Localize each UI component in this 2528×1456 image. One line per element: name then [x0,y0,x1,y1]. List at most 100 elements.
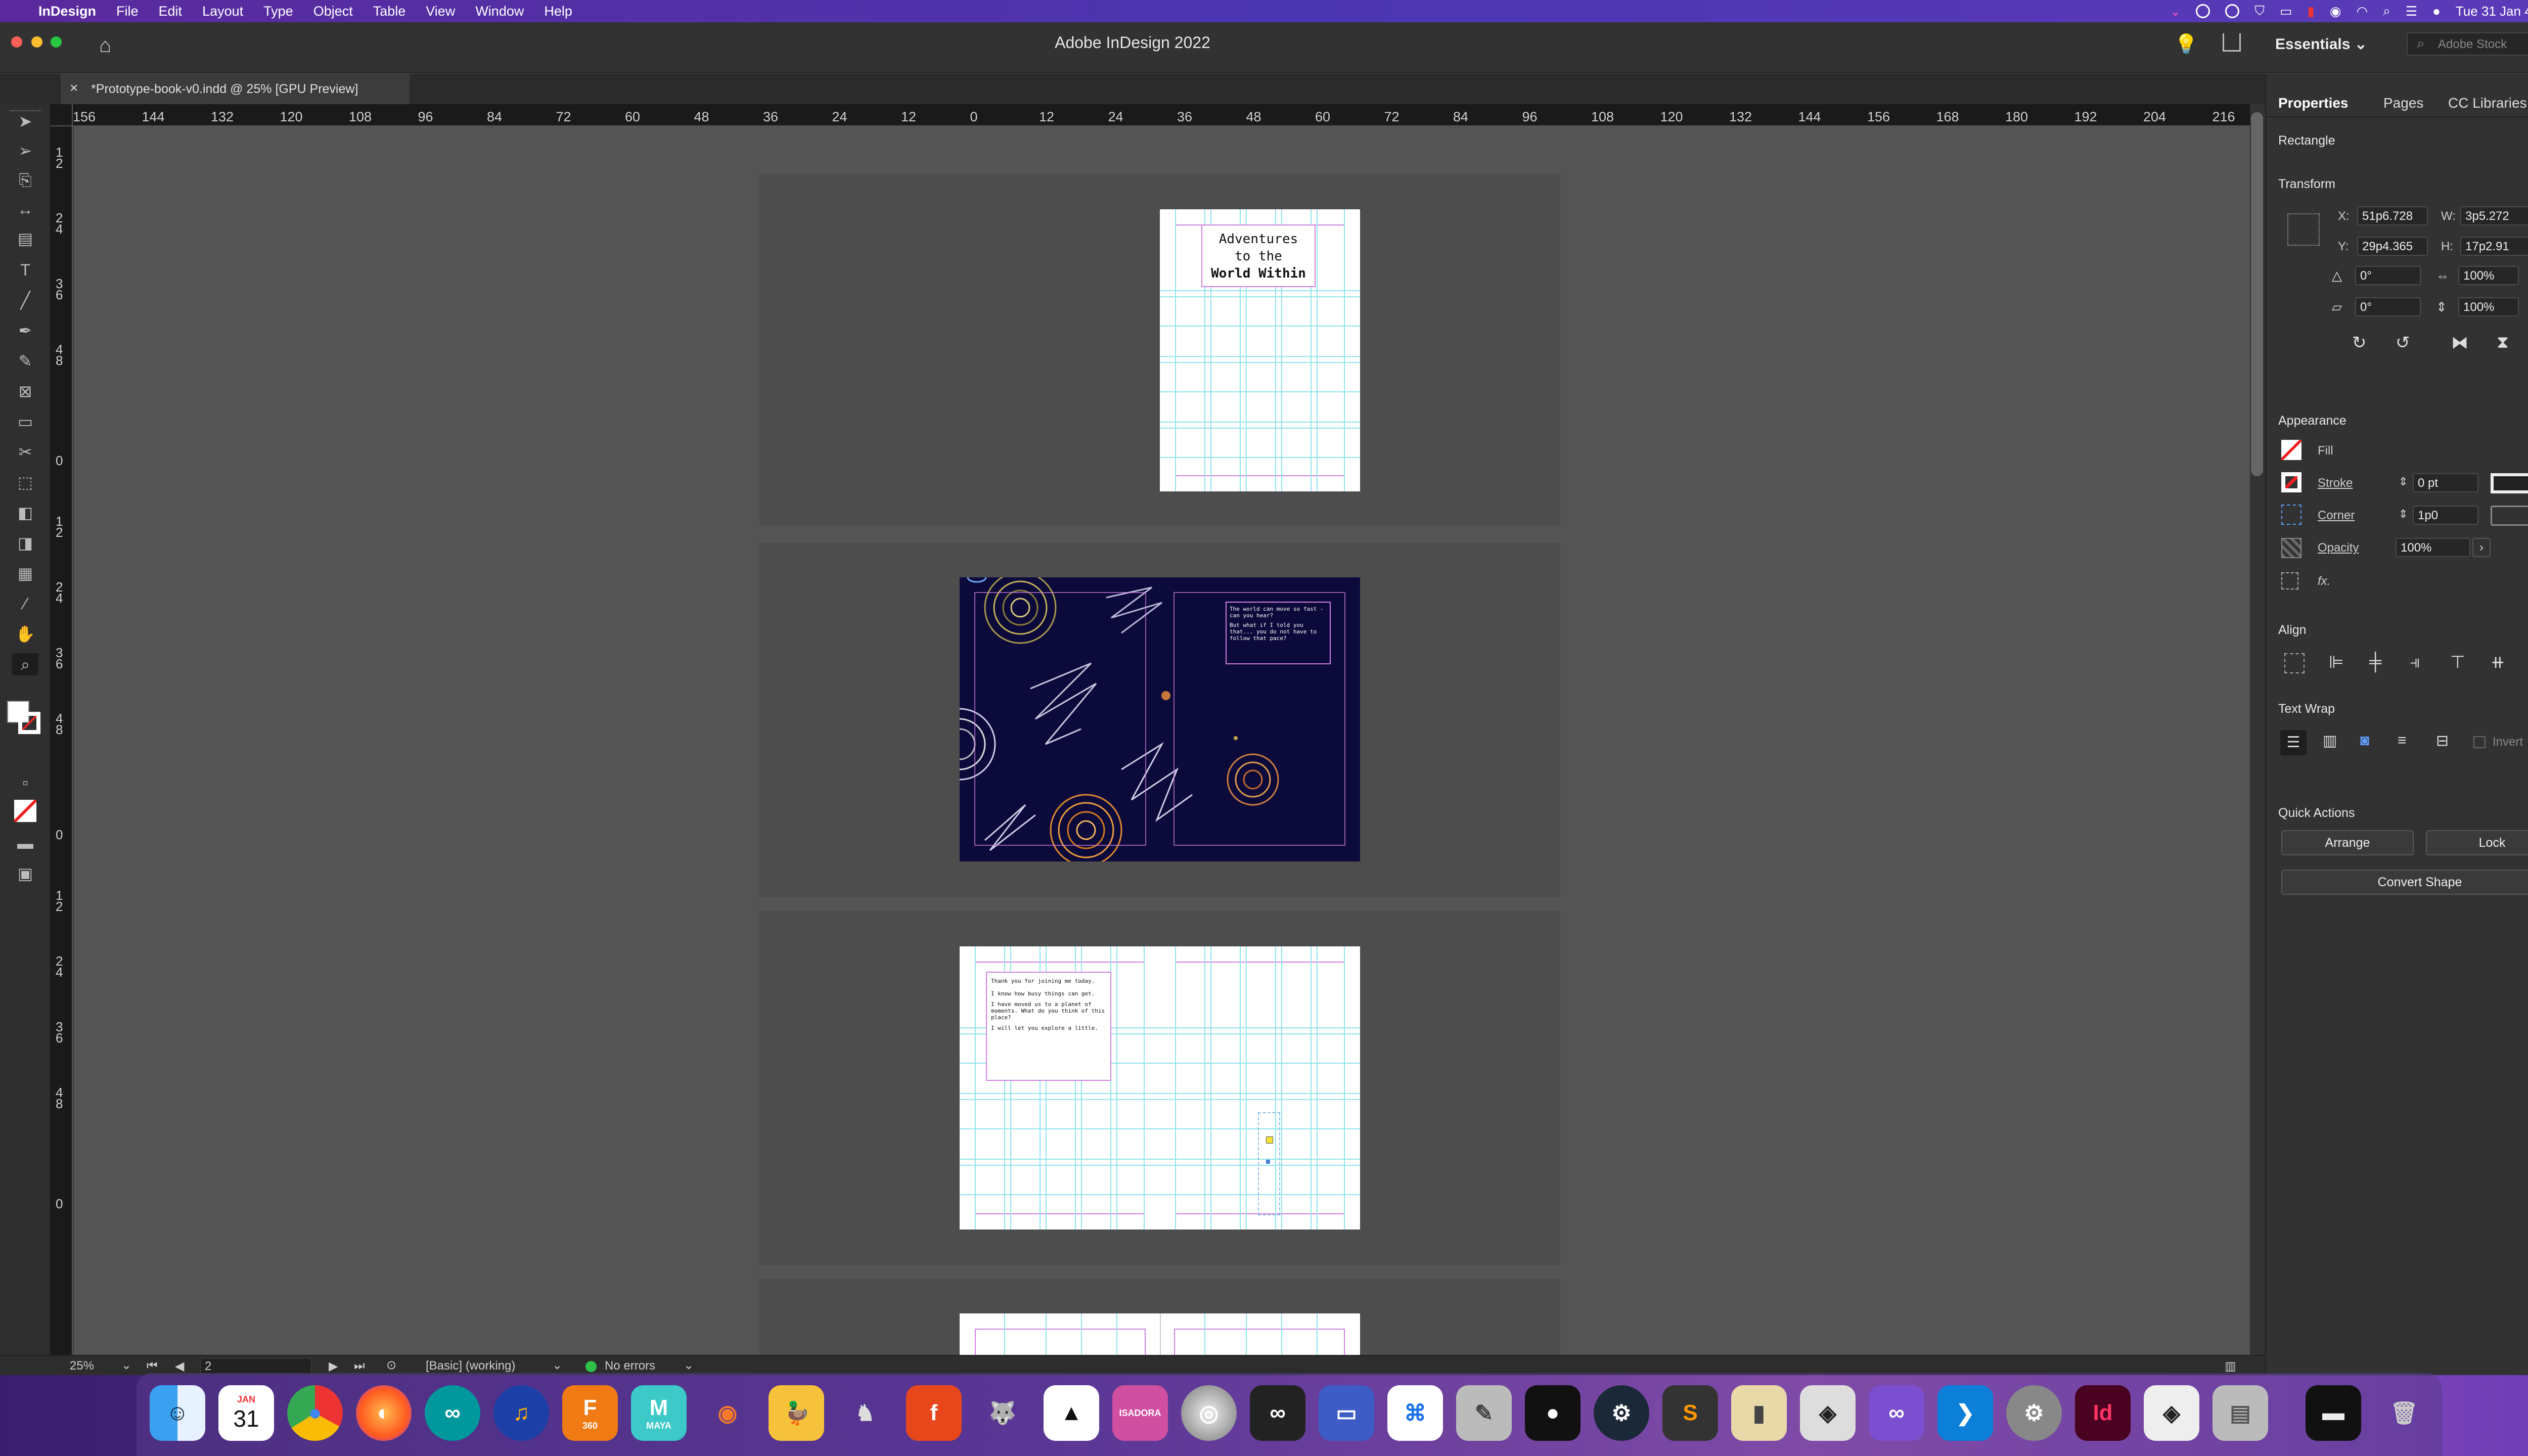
arduino-icon[interactable]: ∞ [425,1385,480,1441]
unity-icon[interactable]: ◈ [1800,1385,1856,1441]
eyedropper-tool-icon[interactable]: ⁄ [12,593,38,615]
selection-handle-center[interactable] [1266,1136,1273,1144]
pen-tool-icon[interactable]: ✒ [12,320,38,342]
align-center-v-icon[interactable]: ⧺ [2491,652,2505,672]
invert-checkbox[interactable] [2473,736,2486,748]
system-preferences-icon[interactable]: ⚙ [2006,1385,2062,1441]
trash-icon[interactable]: 🗑 [2376,1385,2432,1441]
vertical-ruler[interactable]: 01 22 43 64 801 22 43 64 801 22 43 64 80 [51,126,73,1365]
firefox-icon[interactable]: ◐ [356,1385,412,1441]
display-icon[interactable]: ▭ [2280,4,2292,19]
corner-size-field[interactable]: 1p0 [2413,506,2478,525]
tab-cc-libraries[interactable]: CC Libraries [2448,87,2527,117]
direct-selection-tool-icon[interactable]: ➢ [12,140,38,162]
preflight-profile-icon[interactable]: ⊙ [386,1358,396,1373]
formatting-affects-container-icon[interactable]: ▫ [12,771,38,794]
cyberduck-icon[interactable]: 🦆 [769,1385,824,1441]
effects-icon[interactable] [2281,572,2298,589]
fill-stroke-swatch[interactable] [7,701,42,736]
archive-utility-icon[interactable]: ▤ [2213,1385,2268,1441]
stroke-swatch-icon[interactable] [2281,472,2301,492]
inkscape-icon[interactable]: ♞ [837,1385,893,1441]
audition-icon[interactable]: ♫ [493,1385,549,1441]
notes-app-icon[interactable]: ▮ [1731,1385,1787,1441]
scale-y-field[interactable]: 100% [2458,297,2519,316]
chevron-right-icon[interactable]: › [2472,538,2491,557]
chevron-down-icon[interactable]: ⌄ [552,1358,562,1373]
corner-icon[interactable] [2281,505,2301,525]
no-text-wrap-icon[interactable]: ☰ [2280,730,2307,755]
menu-view[interactable]: View [426,4,455,19]
cover-title-frame[interactable]: Adventures to the World Within [1201,224,1316,287]
visual-studio-code-icon[interactable]: ⌘ [1387,1385,1443,1441]
vertical-scrollbar-thumb[interactable] [2251,112,2263,476]
lock-button[interactable]: Lock [2426,830,2528,855]
gradient-feather-tool-icon[interactable]: ◨ [12,532,38,554]
siri-icon[interactable]: ● [2432,4,2441,19]
menu-object[interactable]: Object [313,4,353,19]
zoom-level[interactable]: 25% [70,1359,94,1373]
lightbulb-icon[interactable]: 💡 [2174,33,2198,56]
zoom-tool-icon[interactable]: ⌕ [12,653,38,675]
isadora-icon[interactable]: ISADORA [1112,1385,1168,1441]
oculus-link-icon[interactable]: ▭ [1319,1385,1374,1441]
visual-studio-icon[interactable]: ∞ [1869,1385,1924,1441]
jump-object-icon[interactable]: ≡ [2398,732,2407,749]
selected-rectangle[interactable] [1258,1112,1280,1215]
spread-2-text-frame[interactable]: The world can move so fast - can you hea… [1226,602,1331,664]
indesign-icon[interactable]: Id [2075,1385,2131,1441]
preflight-status[interactable]: No errors [605,1359,655,1373]
inkscape-alt-icon[interactable]: ▲ [1044,1385,1099,1441]
wrap-object-shape-icon[interactable]: ◙ [2360,732,2369,749]
content-collector-icon[interactable]: ▤ [12,228,38,250]
spread-3-left-page[interactable]: Thank you for joining me today. I know h… [960,946,1160,1230]
shield-icon[interactable]: ⛉ [2254,3,2265,19]
rectangle-frame-tool-icon[interactable]: ⊠ [12,380,38,402]
creative-cloud-icon[interactable] [2196,4,2210,18]
flag-icon[interactable]: ▮ [2308,4,2315,19]
corner-shape-swatch[interactable] [2491,506,2528,526]
type-tool-icon[interactable]: T [12,259,38,281]
close-tab-icon[interactable]: × [70,80,78,96]
gap-tool-icon[interactable]: ↔ [12,198,38,220]
scale-x-field[interactable]: 100% [2458,266,2519,285]
rotate-cw-icon[interactable]: ↻ [2352,333,2367,353]
line-tool-icon[interactable]: ╱ [12,289,38,311]
opacity-field[interactable]: 100% [2396,538,2470,557]
first-page-button[interactable]: ⏮ [147,1359,158,1373]
scissors-tool-icon[interactable]: ✂ [12,441,38,463]
tab-pages[interactable]: Pages [2383,87,2423,117]
pasteboard[interactable]: Adventures to the World Within The world… [74,126,2250,1365]
reference-point-icon[interactable] [2287,213,2320,246]
gradient-swatch-tool-icon[interactable]: ◧ [12,502,38,524]
arrange-button[interactable]: Arrange [2281,830,2414,855]
ruler-origin[interactable] [51,104,73,126]
align-center-h-icon[interactable]: ╪ [2369,652,2381,672]
h-field[interactable]: 17p2.91 [2460,237,2528,256]
dvd-player-icon[interactable]: ◎ [1181,1385,1237,1441]
working-style[interactable]: [Basic] (working) [426,1359,515,1373]
pencil-tool-icon[interactable]: ✎ [12,350,38,372]
document-tab[interactable]: × *Prototype-book-v0.indd @ 25% [GPU Pre… [61,74,410,104]
toggle-panel-icon[interactable]: ▥ [2225,1359,2236,1374]
view-mode-icon[interactable]: ▣ [12,862,38,885]
next-page-button[interactable]: ▶ [329,1359,338,1374]
wrap-bounding-box-icon[interactable]: ▥ [2323,732,2337,750]
cover-page[interactable]: Adventures to the World Within [1160,209,1360,491]
w-field[interactable]: 3p5.272 [2460,206,2528,225]
hand-tool-icon[interactable]: ✋ [12,623,38,645]
steam-icon[interactable]: ⚙ [1594,1385,1649,1441]
menu-window[interactable]: Window [475,4,524,19]
rotation-field[interactable]: 0° [2355,266,2421,285]
finder-icon[interactable]: ☺ [150,1385,205,1441]
horizontal-ruler[interactable]: 156 144 132 120 108 96 84 72 60 48 36 24 12 0 12 24 36 48… [51,104,2250,126]
menu-app-name[interactable]: InDesign [38,4,96,19]
corner-stepper-icon[interactable]: ⇕ [2399,508,2408,521]
share-icon[interactable] [2223,33,2241,52]
chevron-down-icon[interactable]: ⌄ [684,1358,694,1373]
menu-table[interactable]: Table [373,4,406,19]
flip-vertical-icon[interactable]: ⧗ [2497,333,2509,352]
align-to-selection-icon[interactable] [2284,653,2305,673]
apply-none-icon[interactable] [14,800,36,822]
align-right-icon[interactable]: ⫣ [2410,652,2420,672]
